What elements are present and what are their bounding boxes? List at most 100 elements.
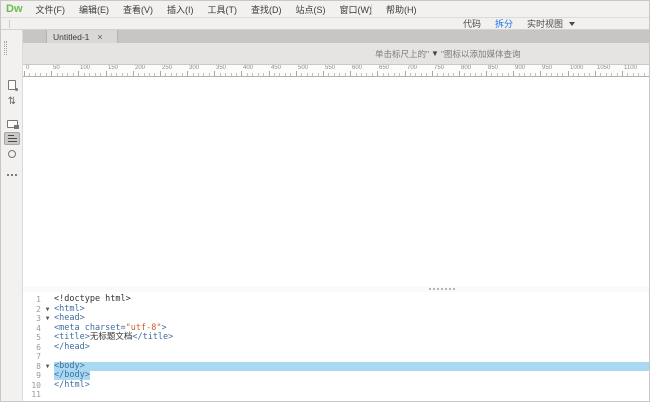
fold-arrow-icon[interactable]: ▼ bbox=[41, 362, 54, 371]
ruler-tick-label: 400 bbox=[243, 65, 253, 72]
token-tag: <html> bbox=[54, 304, 85, 314]
code-line-10[interactable]: 10 </html> bbox=[23, 381, 650, 391]
line-number: 11 bbox=[23, 390, 41, 400]
ruler-tick bbox=[263, 73, 264, 76]
live-view-button[interactable]: 实时视图 bbox=[527, 18, 575, 30]
splitter-drag-handle[interactable] bbox=[429, 288, 455, 290]
fold-arrow-icon[interactable]: ▼ bbox=[41, 314, 54, 323]
ruler-tick-label: 750 bbox=[434, 65, 444, 72]
design-view[interactable] bbox=[23, 77, 650, 286]
view-switcher: 代码 拆分 实时视图 bbox=[463, 18, 575, 30]
ruler-tick-label: 600 bbox=[352, 65, 362, 72]
ruler-tick bbox=[497, 73, 498, 76]
menu-item-7[interactable]: 窗口(W) bbox=[333, 5, 380, 15]
ruler-tick-label: 100 bbox=[80, 65, 90, 72]
ruler-tick-label: 150 bbox=[108, 65, 118, 72]
document-tab-bar: Untitled-1 × bbox=[23, 30, 650, 43]
menu-item-8[interactable]: 帮助(H) bbox=[379, 5, 424, 15]
ruler-tick bbox=[116, 73, 117, 76]
code-line-6[interactable]: 6</head> bbox=[23, 343, 650, 353]
line-number: 10 bbox=[23, 381, 41, 391]
ruler-tick bbox=[633, 73, 634, 76]
ruler-tick bbox=[372, 73, 373, 76]
token-value: "utf-8" bbox=[126, 323, 162, 333]
ruler-tick bbox=[160, 71, 161, 76]
ruler-tick bbox=[318, 73, 319, 76]
ruler-tick-label: 700 bbox=[407, 65, 417, 72]
ruler-tick bbox=[258, 73, 259, 76]
ruler-tick bbox=[519, 73, 520, 76]
code-text: </html> bbox=[54, 381, 650, 391]
code-line-11[interactable]: 11 bbox=[23, 390, 650, 400]
window-preview-icon[interactable] bbox=[1, 120, 23, 128]
new-document-icon[interactable] bbox=[1, 80, 23, 90]
ruler-tick bbox=[557, 73, 558, 76]
ruler-tick bbox=[410, 73, 411, 76]
code-view-button[interactable]: 代码 bbox=[463, 18, 481, 30]
ruler-tick bbox=[546, 73, 547, 76]
ruler-tick bbox=[220, 73, 221, 76]
menu-item-0[interactable]: 文件(F) bbox=[29, 5, 73, 15]
ruler-tick bbox=[62, 73, 63, 76]
ruler-tick bbox=[339, 73, 340, 76]
ruler-tick bbox=[122, 73, 123, 76]
ruler-tick bbox=[29, 73, 30, 76]
ruler-tick bbox=[551, 73, 552, 76]
code-line-1[interactable]: 1<!doctype html> bbox=[23, 295, 650, 305]
dreamweaver-logo[interactable]: Dw bbox=[1, 3, 29, 15]
ruler-tick bbox=[111, 73, 112, 76]
ruler-tick bbox=[35, 73, 36, 76]
ruler-tick bbox=[491, 73, 492, 76]
ruler-tick bbox=[296, 71, 297, 76]
panel-grip[interactable] bbox=[4, 41, 7, 55]
ruler-tick-label: 300 bbox=[189, 65, 199, 72]
ruler-tick-label: 550 bbox=[325, 65, 335, 72]
menu-item-1[interactable]: 编辑(E) bbox=[72, 5, 116, 15]
more-options-icon[interactable] bbox=[1, 174, 23, 176]
menu-item-6[interactable]: 站点(S) bbox=[289, 5, 333, 15]
code-line-7[interactable]: 7 bbox=[23, 352, 650, 362]
code-line-9[interactable]: 9</body> bbox=[23, 371, 650, 381]
ruler-tick bbox=[106, 71, 107, 76]
ruler-tick bbox=[209, 73, 210, 76]
ruler-tick-label: 50 bbox=[53, 65, 60, 72]
code-editor[interactable]: 1<!doctype html>2▼<html>3▼<head>4<meta c… bbox=[23, 292, 650, 402]
ruler-tick-label: 950 bbox=[542, 65, 552, 72]
code-text: <html> bbox=[54, 305, 650, 315]
ruler-tick bbox=[622, 71, 623, 76]
menu-item-2[interactable]: 查看(V) bbox=[116, 5, 160, 15]
code-line-5[interactable]: 5<title>无标题文档</title> bbox=[23, 333, 650, 343]
token-tag: </title> bbox=[132, 332, 173, 342]
ruler-tick bbox=[323, 71, 324, 76]
ruler-tick bbox=[345, 73, 346, 76]
file-management-icon[interactable]: ⇅ bbox=[1, 97, 23, 107]
ruler-tick bbox=[524, 73, 525, 76]
tab-untitled-1[interactable]: Untitled-1 × bbox=[46, 30, 118, 43]
ruler-tick bbox=[307, 73, 308, 76]
split-view-button[interactable]: 拆分 bbox=[495, 18, 513, 30]
menu-item-5[interactable]: 查找(D) bbox=[244, 5, 289, 15]
close-icon[interactable]: × bbox=[97, 32, 102, 42]
ruler-tick bbox=[394, 73, 395, 76]
outline-icon-selected[interactable] bbox=[1, 132, 23, 145]
ruler-tick bbox=[600, 73, 601, 76]
ruler-tick-label: 650 bbox=[379, 65, 389, 72]
menu-item-4[interactable]: 工具(T) bbox=[201, 5, 245, 15]
ruler-tick bbox=[214, 71, 215, 76]
view-switcher-row: 代码 拆分 实时视图 bbox=[1, 18, 650, 30]
fold-arrow-icon[interactable]: ▼ bbox=[41, 305, 54, 314]
code-line-2[interactable]: 2▼<html> bbox=[23, 305, 650, 315]
horizontal-ruler[interactable]: 0501001502002503003504004505005506006507… bbox=[23, 65, 650, 77]
ruler-tick bbox=[95, 73, 96, 76]
ruler-tick bbox=[328, 73, 329, 76]
ruler-tick bbox=[301, 73, 302, 76]
menu-item-3[interactable]: 插入(I) bbox=[160, 5, 201, 15]
document-toolbar: 单击标尺上的" ▼ "图标以添加媒体查询 bbox=[23, 43, 650, 65]
ruler-tick bbox=[573, 73, 574, 76]
ruler-tick bbox=[388, 73, 389, 76]
chevron-down-icon[interactable] bbox=[569, 22, 575, 26]
circle-tool-icon[interactable] bbox=[1, 150, 23, 158]
ruler-tick bbox=[535, 73, 536, 76]
code-text: </body> bbox=[54, 371, 650, 381]
code-line-8[interactable]: 8▼<body> bbox=[23, 362, 650, 372]
